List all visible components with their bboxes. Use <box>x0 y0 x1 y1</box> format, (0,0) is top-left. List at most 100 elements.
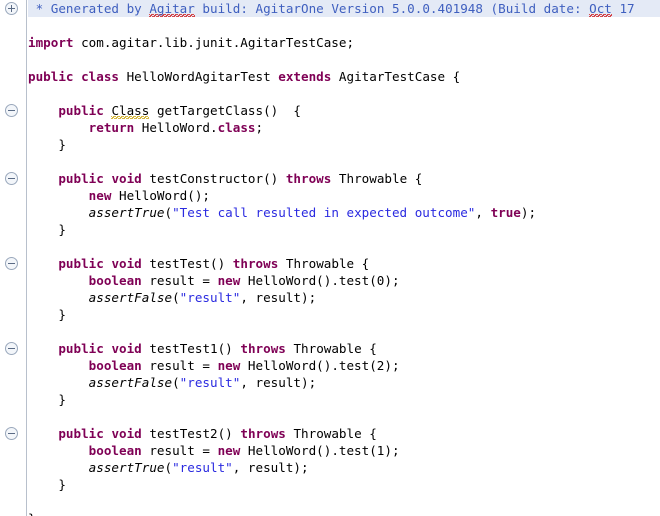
code-token: import <box>28 35 74 50</box>
code-line-content: assertTrue("Test call resulted in expect… <box>28 204 536 221</box>
code-line[interactable]: assertTrue("result", result); <box>28 459 660 476</box>
code-line[interactable]: assertTrue("Test call resulted in expect… <box>28 204 660 221</box>
code-line[interactable]: public void testTest() throws Throwable … <box>28 255 660 272</box>
code-token: Throwable { <box>331 171 423 186</box>
code-line-content <box>28 238 36 255</box>
code-line-content: public void testTest2() throws Throwable… <box>28 425 377 442</box>
fold-collapse-marker-getTargetClass-icon[interactable] <box>5 104 18 117</box>
code-token: public <box>28 69 74 84</box>
code-token: Throwable { <box>285 341 377 356</box>
code-line[interactable]: assertFalse("result", result); <box>28 374 660 391</box>
code-line[interactable]: * Generated by Agitar build: AgitarOne V… <box>28 0 660 17</box>
fold-collapse-marker-testTest-icon[interactable] <box>5 257 18 270</box>
code-line[interactable]: boolean result = new HelloWord().test(2)… <box>28 357 660 374</box>
code-line[interactable]: } <box>28 221 660 238</box>
code-token: HelloWordAgitarTest <box>119 69 279 84</box>
code-editor[interactable]: * Generated by Agitar build: AgitarOne V… <box>0 0 660 516</box>
code-token: HelloWord().test(1); <box>240 443 400 458</box>
code-token: com.agitar.lib.junit.AgitarTestCase; <box>73 35 355 50</box>
code-line[interactable] <box>28 323 660 340</box>
code-token: HelloWord(); <box>111 188 210 203</box>
code-token: "result" <box>172 460 233 475</box>
code-line-content: } <box>28 221 66 238</box>
code-line[interactable] <box>28 153 660 170</box>
code-line[interactable]: public void testConstructor() throws Thr… <box>28 170 660 187</box>
code-line[interactable]: assertFalse("result", result); <box>28 289 660 306</box>
code-line[interactable]: public void testTest2() throws Throwable… <box>28 425 660 442</box>
code-line-content: new HelloWord(); <box>28 187 210 204</box>
code-line-content: return HelloWord.class; <box>28 119 263 136</box>
fold-collapse-marker-testConstructor-icon[interactable] <box>5 172 18 185</box>
code-token: } <box>28 137 66 152</box>
code-line-content <box>28 17 36 34</box>
code-token: ( <box>172 290 180 305</box>
code-line[interactable]: boolean result = new HelloWord().test(0)… <box>28 272 660 289</box>
fold-collapse-marker-testTest1-icon[interactable] <box>5 342 18 355</box>
fold-expand-marker-comment-icon[interactable] <box>5 2 18 15</box>
code-token: Agitar <box>149 1 195 17</box>
code-token: throws <box>285 171 332 186</box>
code-token: HelloWord. <box>134 120 218 135</box>
code-line-content <box>28 85 36 102</box>
code-line[interactable]: } <box>28 391 660 408</box>
code-line[interactable]: return HelloWord.class; <box>28 119 660 136</box>
editor-gutter[interactable] <box>0 0 27 516</box>
code-token: extends <box>278 69 332 84</box>
code-token: , <box>475 205 491 220</box>
code-text-area[interactable]: * Generated by Agitar build: AgitarOne V… <box>28 0 660 516</box>
code-line[interactable]: } <box>28 510 660 516</box>
code-token: public <box>58 426 104 441</box>
code-token: class <box>217 120 256 135</box>
code-token: } <box>28 511 36 516</box>
code-line[interactable]: import com.agitar.lib.junit.AgitarTestCa… <box>28 34 660 51</box>
code-line-content <box>28 153 36 170</box>
code-token: class <box>81 69 120 84</box>
code-line[interactable]: } <box>28 136 660 153</box>
code-line[interactable]: } <box>28 476 660 493</box>
code-token: ; <box>255 120 264 135</box>
code-line[interactable]: } <box>28 306 660 323</box>
code-token: throws <box>232 256 279 271</box>
code-token: } <box>28 392 66 407</box>
code-line[interactable] <box>28 493 660 510</box>
code-token: } <box>28 222 66 237</box>
code-token: assertFalse <box>88 290 173 305</box>
code-line-content: } <box>28 306 66 323</box>
code-token: boolean <box>88 358 142 373</box>
code-line[interactable]: new HelloWord(); <box>28 187 660 204</box>
code-line[interactable] <box>28 408 660 425</box>
code-line[interactable] <box>28 51 660 68</box>
code-line[interactable]: public class HelloWordAgitarTest extends… <box>28 68 660 85</box>
code-line-content: assertTrue("result", result); <box>28 459 309 476</box>
code-line-content: * Generated by Agitar build: AgitarOne V… <box>28 0 635 17</box>
code-token: new <box>217 358 241 373</box>
code-token: testConstructor() <box>141 171 286 186</box>
code-token: build: <box>194 1 256 16</box>
code-line[interactable]: public void testTest1() throws Throwable… <box>28 340 660 357</box>
code-line[interactable] <box>28 17 660 34</box>
code-token: assertTrue <box>88 205 165 220</box>
code-token: new <box>217 273 241 288</box>
code-line[interactable]: boolean result = new HelloWord().test(1)… <box>28 442 660 459</box>
code-token: testTest2() <box>141 426 241 441</box>
code-token: Version 5.0.0.401948 (Build date: <box>323 1 590 16</box>
code-line[interactable] <box>28 85 660 102</box>
code-line-content: boolean result = new HelloWord().test(2)… <box>28 357 400 374</box>
fold-collapse-marker-testTest2-icon[interactable] <box>5 427 18 440</box>
code-line[interactable]: public Class getTargetClass() { <box>28 102 660 119</box>
code-token: result = <box>141 273 218 288</box>
code-line-content <box>28 51 36 68</box>
code-line[interactable] <box>28 238 660 255</box>
code-token: , result); <box>240 290 317 305</box>
code-token: testTest1() <box>141 341 241 356</box>
code-token: * Generated by <box>28 1 150 16</box>
code-token: public <box>58 341 104 356</box>
code-line-content: assertFalse("result", result); <box>28 374 317 391</box>
